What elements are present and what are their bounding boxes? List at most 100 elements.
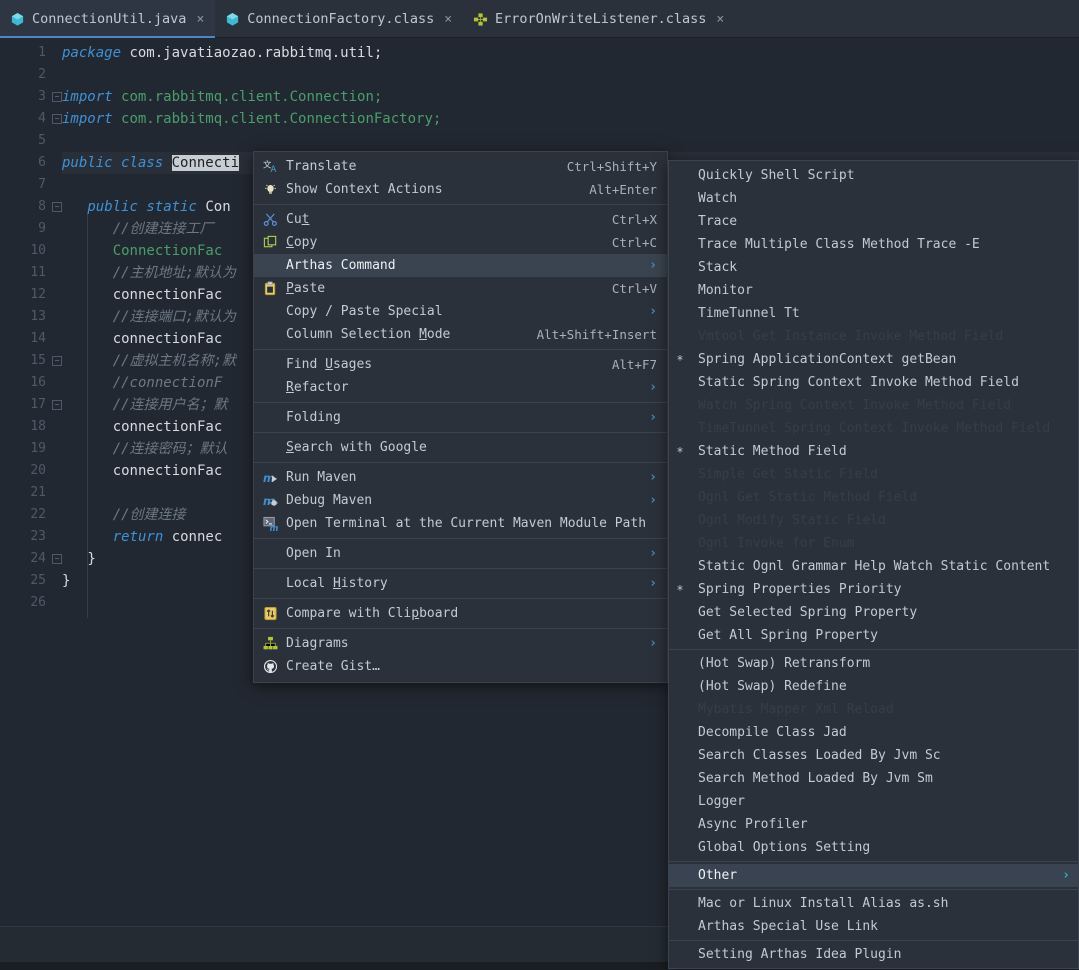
arthas-menu-item-vmtool-get-instance-invoke-method-field: Vmtool Get Instance Invoke Method Field [669,325,1078,348]
terminal-maven-icon: m [262,516,278,531]
arthas-menu-item-get-selected-spring-property[interactable]: Get Selected Spring Property [669,601,1078,624]
tab-close-icon[interactable]: × [716,12,724,27]
line-number: 21 [30,485,46,500]
editor-tab-2[interactable]: ErrorOnWriteListener.class × [463,0,735,38]
window-bottom-edge [0,962,668,970]
arthas-menu-item-other[interactable]: Other › [669,864,1078,887]
context-menu-item-show-context-actions[interactable]: Show Context Actions Alt+Enter [254,178,667,201]
arthas-menu-item-label: Decompile Class Jad [698,725,847,740]
arthas-menu-item-setting-arthas-idea-plugin[interactable]: Setting Arthas Idea Plugin [669,943,1078,966]
code-line-3: import com.rabbitmq.client.Connection; [62,89,383,105]
arthas-menu-item-mac-or-linux-install-alias-as-sh[interactable]: Mac or Linux Install Alias as.sh [669,892,1078,915]
code-fold-toggle[interactable]: − [52,114,62,124]
context-menu-item-arthas-command[interactable]: Arthas Command › [254,254,667,277]
line-number: 8 [38,199,46,214]
arthas-menu-item-spring-properties-priority[interactable]: * Spring Properties Priority [669,578,1078,601]
arthas-menu-item-quickly-shell-script[interactable]: Quickly Shell Script [669,164,1078,187]
code-line-9: //创建连接工厂 [112,221,214,237]
tab-label: ConnectionUtil.java [32,11,187,27]
menu-separator [669,940,1078,941]
arthas-menu-item-static-ognl-grammar-help-watch-static-content[interactable]: Static Ognl Grammar Help Watch Static Co… [669,555,1078,578]
arthas-menu-item-label: Watch [698,191,738,206]
arthas-menu-item-timetunnel-tt[interactable]: TimeTunnel Tt [669,302,1078,325]
menu-separator [254,349,667,350]
context-menu-item-copy[interactable]: Copy Ctrl+C [254,231,667,254]
arthas-menu-item-global-options-setting[interactable]: Global Options Setting [669,836,1078,859]
menu-item-shortcut: Ctrl+V [611,281,657,296]
code-fold-toggle[interactable]: − [52,554,62,564]
tab-close-icon[interactable]: × [196,12,204,27]
arthas-menu-item-ognl-modify-static-field: Ognl Modify Static Field [669,509,1078,532]
code-fold-toggle[interactable]: − [52,400,62,410]
context-menu-item-find-usages[interactable]: Find Usages Alt+F7 [254,353,667,376]
context-menu-item-cut[interactable]: Cut Ctrl+X [254,208,667,231]
context-menu-item-search-with-google[interactable]: Search with Google [254,436,667,459]
line-number: 2 [38,67,46,82]
editor-tab-bar: ConnectionUtil.java × ConnectionFactory.cl… [0,0,1079,38]
arthas-menu-item-hot-swap-redefine[interactable]: (Hot Swap) Redefine [669,675,1078,698]
code-fold-toggle[interactable]: − [52,92,62,102]
arthas-menu-item-search-classes-loaded-by-jvm-sc[interactable]: Search Classes Loaded By Jvm Sc [669,744,1078,767]
line-number: 5 [38,133,46,148]
arthas-menu-item-logger[interactable]: Logger [669,790,1078,813]
code-line-22: //创建连接 [112,507,186,523]
editor-context-menu[interactable]: 文 A Translate Ctrl+Shift+Y Show Context Acti… [253,151,668,683]
arthas-menu-item-watch[interactable]: Watch [669,187,1078,210]
context-menu-item-copy-paste-special[interactable]: Copy / Paste Special › [254,300,667,323]
tab-close-icon[interactable]: × [444,12,452,27]
arthas-menu-item-label: Logger [698,794,745,809]
context-menu-item-column-selection-mode[interactable]: Column Selection Mode Alt+Shift+Insert [254,323,667,346]
arthas-menu-item-trace-multiple-class-method-trace-e[interactable]: Trace Multiple Class Method Trace -E [669,233,1078,256]
context-menu-item-compare-with-clipboard[interactable]: Compare with Clipboard [254,602,667,625]
menu-separator [254,568,667,569]
context-menu-item-open-in[interactable]: Open In › [254,542,667,565]
arthas-menu-item-label: Ognl Get Static Method Field [698,490,918,505]
code-line-23: return connec [112,529,223,545]
arthas-menu-item-label: Mac or Linux Install Alias as.sh [698,896,949,911]
chevron-right-icon: › [1062,868,1070,883]
context-menu-item-folding[interactable]: Folding › [254,406,667,429]
line-number: 18 [30,419,46,434]
tab-label: ConnectionFactory.class [247,11,435,27]
line-number-gutter[interactable]: 1 2 3 4 5 6 7 8 9 10 11 12 13 14 15 16 17 18 19 20 21 22 23 24 2… [0,38,62,970]
context-menu-item-translate[interactable]: 文 A Translate Ctrl+Shift+Y [254,155,667,178]
chevron-right-icon: › [649,380,657,395]
arthas-menu-item-monitor[interactable]: Monitor [669,279,1078,302]
compare-icon [263,606,277,621]
arthas-menu-item-static-method-field[interactable]: * Static Method Field [669,440,1078,463]
context-menu-item-diagrams[interactable]: Diagrams › [254,632,667,655]
arthas-menu-item-search-method-loaded-by-jvm-sm[interactable]: Search Method Loaded By Jvm Sm [669,767,1078,790]
context-menu-item-paste[interactable]: Paste Ctrl+V [254,277,667,300]
arthas-menu-item-decompile-class-jad[interactable]: Decompile Class Jad [669,721,1078,744]
arthas-command-submenu[interactable]: Quickly Shell Script Watch Trace Trace Mult… [668,160,1079,969]
context-menu-item-open-terminal-at-the-current-maven-module-path[interactable]: m Open Terminal at the Current Maven Modu… [254,512,667,535]
menu-item-shortcut: Ctrl+C [611,235,657,250]
arthas-menu-item-mybatis-mapper-xml-reload: Mybatis Mapper Xml Reload [669,698,1078,721]
arthas-menu-item-timetunnel-spring-context-invoke-method-field: TimeTunnel Spring Context Invoke Method … [669,417,1078,440]
menu-item-label: Open In [286,546,341,561]
arthas-menu-item-spring-applicationcontext-getbean[interactable]: * Spring ApplicationContext getBean [669,348,1078,371]
arthas-menu-item-label: TimeTunnel Spring Context Invoke Method … [698,421,1051,436]
arthas-menu-item-get-all-spring-property[interactable]: Get All Spring Property [669,624,1078,647]
arthas-menu-item-arthas-special-use-link[interactable]: Arthas Special Use Link [669,915,1078,938]
arthas-menu-item-trace[interactable]: Trace [669,210,1078,233]
code-fold-toggle[interactable]: − [52,202,62,212]
arthas-menu-item-static-spring-context-invoke-method-field[interactable]: Static Spring Context Invoke Method Fiel… [669,371,1078,394]
context-menu-item-run-maven[interactable]: m Run Maven › [254,466,667,489]
context-menu-item-debug-maven[interactable]: m Debug Maven › [254,489,667,512]
menu-separator [254,598,667,599]
context-menu-item-refactor[interactable]: Refactor › [254,376,667,399]
code-line-16: //connectionF [112,375,223,391]
arthas-menu-item-hot-swap-retransform[interactable]: (Hot Swap) Retransform [669,652,1078,675]
code-line-20: connectionFac [112,463,223,479]
code-fold-toggle[interactable]: − [52,356,62,366]
editor-tab-0[interactable]: ConnectionUtil.java × [0,0,216,38]
arthas-menu-item-async-profiler[interactable]: Async Profiler [669,813,1078,836]
paste-icon [264,281,275,296]
arthas-menu-item-stack[interactable]: Stack [669,256,1078,279]
context-menu-item-local-history[interactable]: Local History › [254,572,667,595]
editor-tab-1[interactable]: ConnectionFactory.class × [215,0,463,38]
menu-item-icon-slot: 文A [260,159,280,174]
menu-item-label: Paste [286,281,326,296]
context-menu-item-create-gist[interactable]: Create Gist… [254,655,667,678]
